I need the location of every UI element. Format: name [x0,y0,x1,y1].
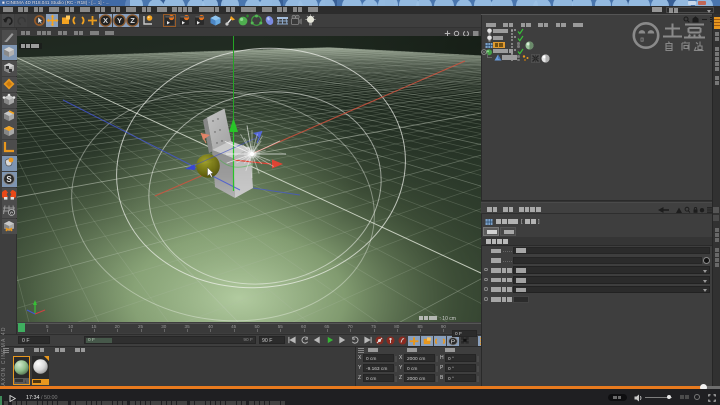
svg-text:e: e [9,211,12,217]
svg-text:Z: Z [130,16,135,25]
svg-text:X: X [103,16,108,25]
svg-text:Y: Y [116,16,121,25]
svg-text:S: S [6,174,12,183]
